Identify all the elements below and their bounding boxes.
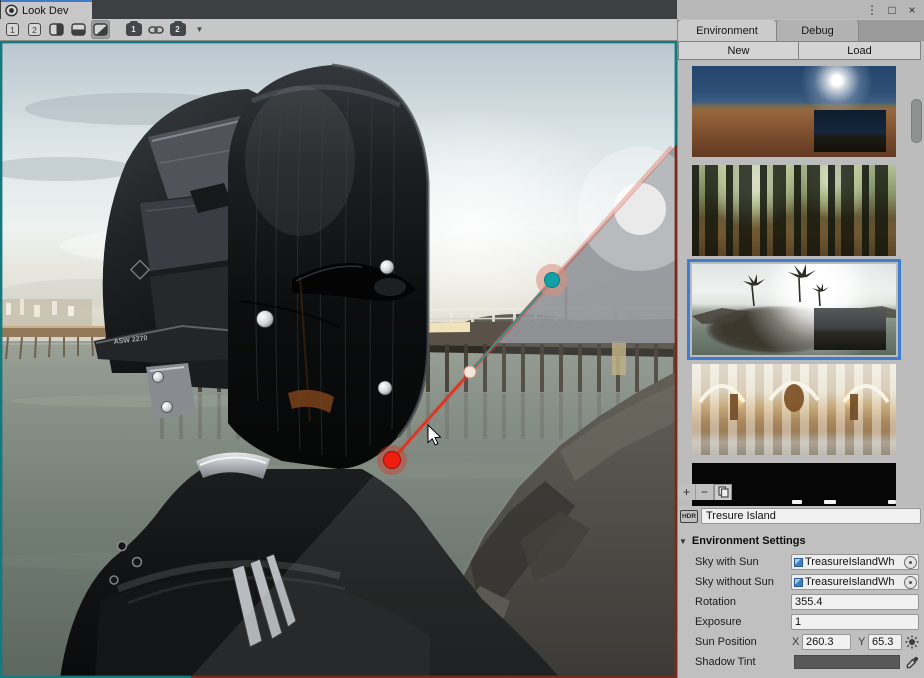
camera-2-button[interactable]: 2 — [168, 20, 187, 39]
tab-environment[interactable]: Environment — [678, 20, 777, 41]
new-environment-button[interactable]: New — [678, 41, 799, 60]
night-light — [792, 500, 802, 504]
environment-name-input[interactable] — [701, 508, 921, 524]
split-horizontal-icon — [71, 23, 86, 36]
night-light — [824, 500, 836, 504]
separator-midpoint-handle[interactable] — [464, 366, 476, 378]
row-exposure: Exposure — [678, 614, 924, 631]
tab-debug[interactable]: Debug — [777, 20, 859, 41]
chevron-down-icon: ▼ — [196, 25, 204, 34]
row-sun-position: Sun Position X Y — [678, 634, 924, 651]
row-sky-with-sun: Sky with Sun TreasureIslandWh — [678, 554, 924, 571]
shadow-tint-swatch[interactable] — [794, 655, 900, 669]
hdri-thumbnail-desert[interactable] — [692, 66, 896, 157]
camera-2-icon: 2 — [170, 23, 186, 36]
lookdev-window: Look Dev ⋮ □ × 1 2 — [0, 0, 924, 678]
single-view-2-button[interactable]: 2 — [25, 20, 44, 39]
view1-handle[interactable] — [545, 273, 560, 288]
camera-1-button[interactable]: 1 — [124, 20, 143, 39]
hdri-thumbnail-treasure-island[interactable] — [692, 264, 896, 355]
sun-position-y-input[interactable] — [868, 634, 902, 650]
object-picker-icon[interactable] — [904, 576, 917, 589]
hdri-shadow-inset — [814, 110, 886, 152]
sky-without-sun-object-field[interactable]: TreasureIslandWh — [791, 574, 919, 590]
eyedropper-button[interactable] — [904, 654, 920, 670]
split-vertical-icon — [49, 23, 64, 36]
night-light — [888, 500, 896, 504]
titlebar — [0, 0, 677, 19]
close-icon[interactable]: × — [905, 3, 919, 17]
viewport-toolbar: 1 2 1 — [0, 19, 677, 41]
cubemap-icon — [794, 558, 803, 567]
link-icon — [148, 25, 164, 35]
sky-with-sun-object-field[interactable]: TreasureIslandWh — [791, 554, 919, 570]
eye-icon — [5, 4, 18, 17]
split-diagonal-button[interactable] — [91, 20, 110, 39]
hdri-list — [678, 60, 924, 506]
exposure-input[interactable] — [791, 614, 919, 630]
hdri-list-scrollbar[interactable] — [911, 99, 922, 143]
lookdev-viewport[interactable]: ASW 2270 — [0, 41, 677, 678]
sun-icon — [905, 635, 919, 649]
tab-look-dev[interactable]: Look Dev — [1, 0, 92, 19]
environment-name-row: HDR — [678, 506, 924, 526]
duplicate-environment-button[interactable] — [714, 484, 732, 500]
viewport-scene: ASW 2270 — [0, 41, 677, 678]
hdr-badge: HDR — [680, 510, 698, 523]
add-environment-button[interactable]: + — [678, 484, 696, 500]
hdri-list-tools: + − — [678, 483, 732, 500]
window-controls: ⋮ □ × — [677, 0, 924, 19]
camera-1-icon: 1 — [126, 23, 142, 36]
y-axis-label: Y — [858, 636, 865, 648]
church-arches — [692, 364, 896, 455]
hdri-thumbnail-church[interactable] — [692, 364, 896, 455]
hdri-thumbnail-forest[interactable] — [692, 165, 896, 256]
row-sky-without-sun: Sky without Sun TreasureIslandWh — [678, 574, 924, 591]
row-rotation: Rotation — [678, 594, 924, 611]
panel-tabs: Environment Debug — [678, 20, 924, 41]
environment-settings-header[interactable]: ▼ Environment Settings — [679, 533, 924, 549]
view2-handle[interactable] — [384, 452, 401, 469]
maximize-icon[interactable]: □ — [885, 3, 899, 17]
foldout-arrow-icon: ▼ — [679, 537, 687, 546]
row-shadow-tint: Shadow Tint — [678, 654, 924, 671]
eyedropper-icon — [906, 656, 919, 669]
sun-position-x-input[interactable] — [802, 634, 851, 650]
single-view-1-button[interactable]: 1 — [3, 20, 22, 39]
object-picker-icon[interactable] — [904, 556, 917, 569]
link-cameras-button[interactable] — [146, 20, 165, 39]
cubemap-icon — [794, 578, 803, 587]
environment-actions: New Load — [678, 41, 922, 60]
hdri-shadow-inset — [814, 308, 886, 350]
split-vertical-button[interactable] — [47, 20, 66, 39]
environment-panel: Environment Debug New Load — [677, 19, 924, 678]
sun-position-picker-button[interactable] — [904, 634, 920, 650]
camera-dropdown-button[interactable]: ▼ — [190, 20, 209, 39]
window-menu-icon[interactable]: ⋮ — [865, 3, 879, 17]
window-title: Look Dev — [22, 5, 68, 17]
duplicate-icon — [718, 486, 729, 498]
split-diagonal-icon — [93, 23, 108, 36]
rotation-input[interactable] — [791, 594, 919, 610]
remove-environment-button[interactable]: − — [696, 484, 714, 500]
load-environment-button[interactable]: Load — [798, 41, 921, 60]
x-axis-label: X — [792, 636, 799, 648]
split-horizontal-button[interactable] — [69, 20, 88, 39]
